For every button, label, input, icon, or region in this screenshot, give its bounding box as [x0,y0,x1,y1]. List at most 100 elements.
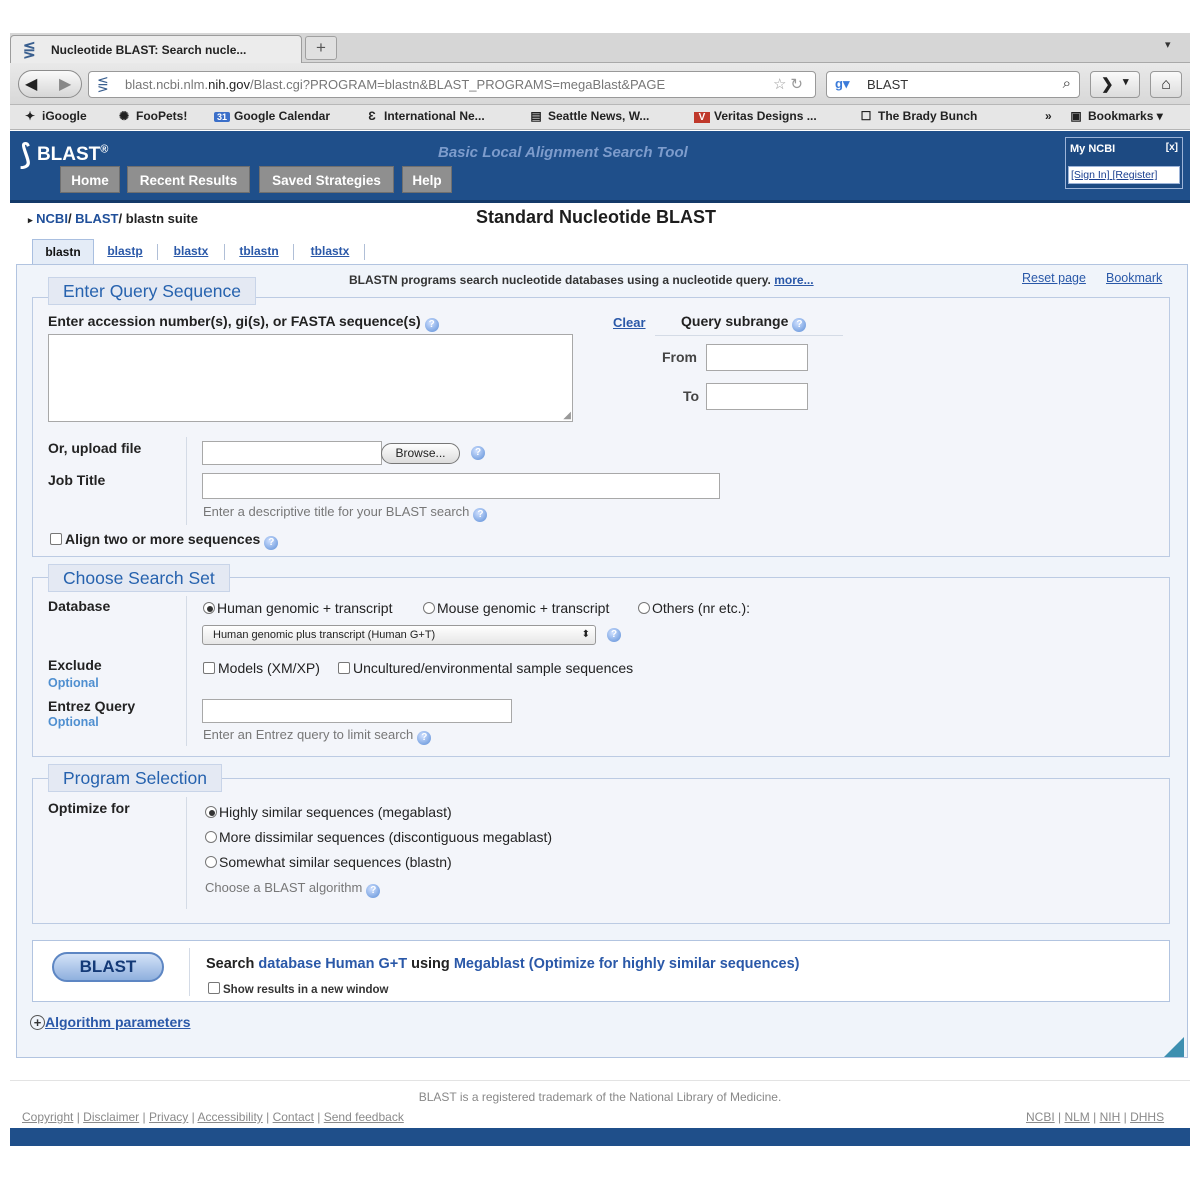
footer-links: Copyright | Disclaimer | Privacy | Acces… [22,1110,404,1124]
help-icon[interactable]: ? [264,536,279,550]
entrez-query-input[interactable] [202,699,512,723]
footer-link-ncbi[interactable]: NCBI [1026,1110,1055,1124]
db-mouse-radio[interactable] [423,602,435,614]
bookmark-international-news[interactable]: Ɛ International Ne... [364,109,484,123]
bookmark-brady-bunch[interactable]: ☐ The Brady Bunch [858,109,978,123]
upload-file-input[interactable] [202,441,382,465]
footer-trademark: BLAST is a registered trademark of the N… [418,1090,782,1104]
clear-query-link[interactable]: Clear [613,315,646,330]
help-icon[interactable]: ? [471,446,485,460]
footer-link-nlm[interactable]: NLM [1064,1110,1089,1124]
footer-link-send-feedback[interactable]: Send feedback [324,1110,404,1124]
browser-tab-active[interactable]: ⋚ Nucleotide BLAST: Search nucle... [10,35,302,64]
browser-search-box[interactable]: g▾ BLAST ⌕ [826,71,1080,98]
new-window-option[interactable]: Show results in a new window [208,982,389,996]
exclude-uncultured-checkbox[interactable] [338,662,350,674]
bookmark-veritas-designs[interactable]: V Veritas Designs ... [694,109,817,123]
nav-saved-strategies-button[interactable]: Saved Strategies [259,166,394,193]
site-favicon-icon: ⋚ [97,76,109,92]
breadcrumb-ncbi-link[interactable]: NCBI [36,211,68,226]
job-title-hint: Enter a descriptive title for your BLAST… [203,504,488,522]
resize-grip-icon[interactable]: ◢ [563,410,571,421]
program-option-blastn[interactable]: Somewhat similar sequences (blastn) [205,854,452,870]
help-icon[interactable]: ? [417,731,432,745]
program-section [32,778,1170,924]
footer-link-nih[interactable]: NIH [1100,1110,1121,1124]
toolbar-extension-button[interactable]: ❯ ▾ [1090,71,1140,98]
db-others-radio[interactable] [638,602,650,614]
new-tab-button[interactable]: + [305,36,337,60]
reset-page-link[interactable]: Reset page [1022,271,1086,285]
discontiguous-radio[interactable] [205,831,217,843]
nav-home-button[interactable]: Home [60,166,120,193]
bookmarks-overflow-icon[interactable]: » [1045,109,1052,123]
bookmark-google-calendar[interactable]: 31 Google Calendar [214,109,330,123]
tab-tblastx[interactable]: tblastx [300,239,360,265]
align-two-checkbox[interactable] [50,533,62,545]
bookmark-foopets[interactable]: ✺ FooPets! [116,109,187,123]
footer-link-accessibility[interactable]: Accessibility [197,1110,262,1124]
tab-list-chevron-icon[interactable]: ▾ [1165,38,1171,51]
reload-icon[interactable]: ↻ [790,76,807,93]
corner-resize-icon [1164,1037,1184,1057]
query-label: Enter accession number(s), gi(s), or FAS… [48,313,439,332]
bookmark-igoogle[interactable]: ✦ iGoogle [22,109,87,123]
megablast-radio[interactable] [205,806,217,818]
blastn-radio[interactable] [205,856,217,868]
db-option-others[interactable]: Others (nr etc.): [638,600,750,616]
program-option-megablast[interactable]: Highly similar sequences (megablast) [205,804,452,820]
help-icon[interactable]: ? [424,318,439,332]
job-title-input[interactable] [202,473,720,499]
algorithm-parameters-link[interactable]: Algorithm parameters [45,1014,190,1030]
align-two-option[interactable]: Align two or more sequences? [50,531,279,550]
nav-help-button[interactable]: Help [402,166,452,193]
bookmarks-menu[interactable]: ▣ Bookmarks ▾ [1068,109,1162,123]
footer-link-privacy[interactable]: Privacy [149,1110,188,1124]
bookmark-seattle-news[interactable]: ▤ Seattle News, W... [528,109,649,123]
back-arrow-icon[interactable]: ◀ [25,74,37,94]
footer-link-disclaimer[interactable]: Disclaimer [83,1110,139,1124]
help-icon[interactable]: ? [792,318,807,332]
database-select[interactable]: Human genomic plus transcript (Human G+T… [202,625,596,645]
address-bar[interactable]: ⋚ blast.ncbi.nlm.nih.gov/Blast.cgi?PROGR… [88,71,816,98]
magnifier-icon[interactable]: ⌕ [1063,75,1071,92]
subrange-from-input[interactable] [706,344,808,371]
footer-link-copyright[interactable]: Copyright [22,1110,73,1124]
google-search-engine-icon[interactable]: g▾ [835,76,849,92]
db-option-mouse[interactable]: Mouse genomic + transcript [423,600,609,616]
tab-blastn[interactable]: blastn [32,239,94,265]
db-option-human[interactable]: Human genomic + transcript [203,600,392,616]
exclude-models-checkbox[interactable] [203,662,215,674]
program-option-discontiguous[interactable]: More dissimilar sequences (discontiguous… [205,829,552,845]
register-link[interactable]: [Register] [1112,169,1157,181]
new-window-checkbox[interactable] [208,982,220,994]
footer-link-dhhs[interactable]: DHHS [1130,1110,1164,1124]
more-info-link[interactable]: more... [774,273,813,287]
help-icon[interactable]: ? [473,508,488,522]
exclude-uncultured-option[interactable]: Uncultured/environmental sample sequence… [338,660,633,676]
nav-recent-results-button[interactable]: Recent Results [127,166,250,193]
program-section-title: Program Selection [48,764,222,792]
db-human-radio[interactable] [203,602,215,614]
bookmark-link[interactable]: Bookmark [1106,271,1162,285]
tab-blastp[interactable]: blastp [98,239,152,265]
algorithm-parameters-toggle[interactable]: + Algorithm parameters [30,1014,190,1030]
address-bar-icons: ☆↻ [773,75,807,93]
browse-button[interactable]: Browse... [381,443,460,464]
home-icon[interactable]: ⌂ [1150,71,1182,98]
footer-link-contact[interactable]: Contact [273,1110,314,1124]
exclude-models-option[interactable]: Models (XM/XP) [203,660,320,676]
breadcrumb-blast-link[interactable]: BLAST [75,211,118,226]
sign-in-link[interactable]: [Sign In] [1071,169,1110,181]
tab-blastx[interactable]: blastx [164,239,218,265]
help-icon[interactable]: ? [366,884,381,898]
forward-arrow-icon[interactable]: ▶ [59,74,71,94]
help-icon[interactable]: ? [607,628,621,642]
blast-submit-button[interactable]: BLAST [52,952,164,982]
bookmark-star-icon[interactable]: ☆ [773,76,790,93]
my-ncbi-close-icon[interactable]: [x] [1166,142,1178,153]
subrange-to-input[interactable] [706,383,808,410]
exclude-label: Exclude [48,657,102,673]
query-sequence-textarea[interactable]: ◢ [48,334,573,422]
tab-tblastn[interactable]: tblastn [230,239,288,265]
